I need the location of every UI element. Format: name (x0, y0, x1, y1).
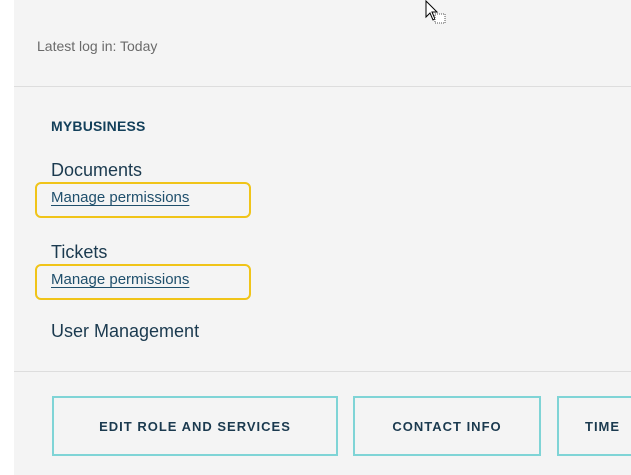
divider (14, 86, 631, 87)
cursor-icon (425, 0, 446, 24)
section-title: MYBUSINESS (51, 118, 146, 134)
manage-permissions-documents-link[interactable]: Manage permissions (51, 189, 189, 206)
manage-permissions-tickets-link[interactable]: Manage permissions (51, 271, 189, 288)
edit-role-and-services-button[interactable]: EDIT ROLE AND SERVICES (52, 396, 338, 456)
contact-info-button[interactable]: CONTACT INFO (353, 396, 541, 456)
last-login-text: Latest log in: Today (37, 38, 158, 54)
item-documents: Documents (51, 160, 143, 180)
time-button[interactable]: TIME (557, 396, 631, 456)
divider (14, 371, 631, 372)
item-user-management: User Management (51, 321, 200, 341)
item-tickets: Tickets (51, 242, 108, 262)
